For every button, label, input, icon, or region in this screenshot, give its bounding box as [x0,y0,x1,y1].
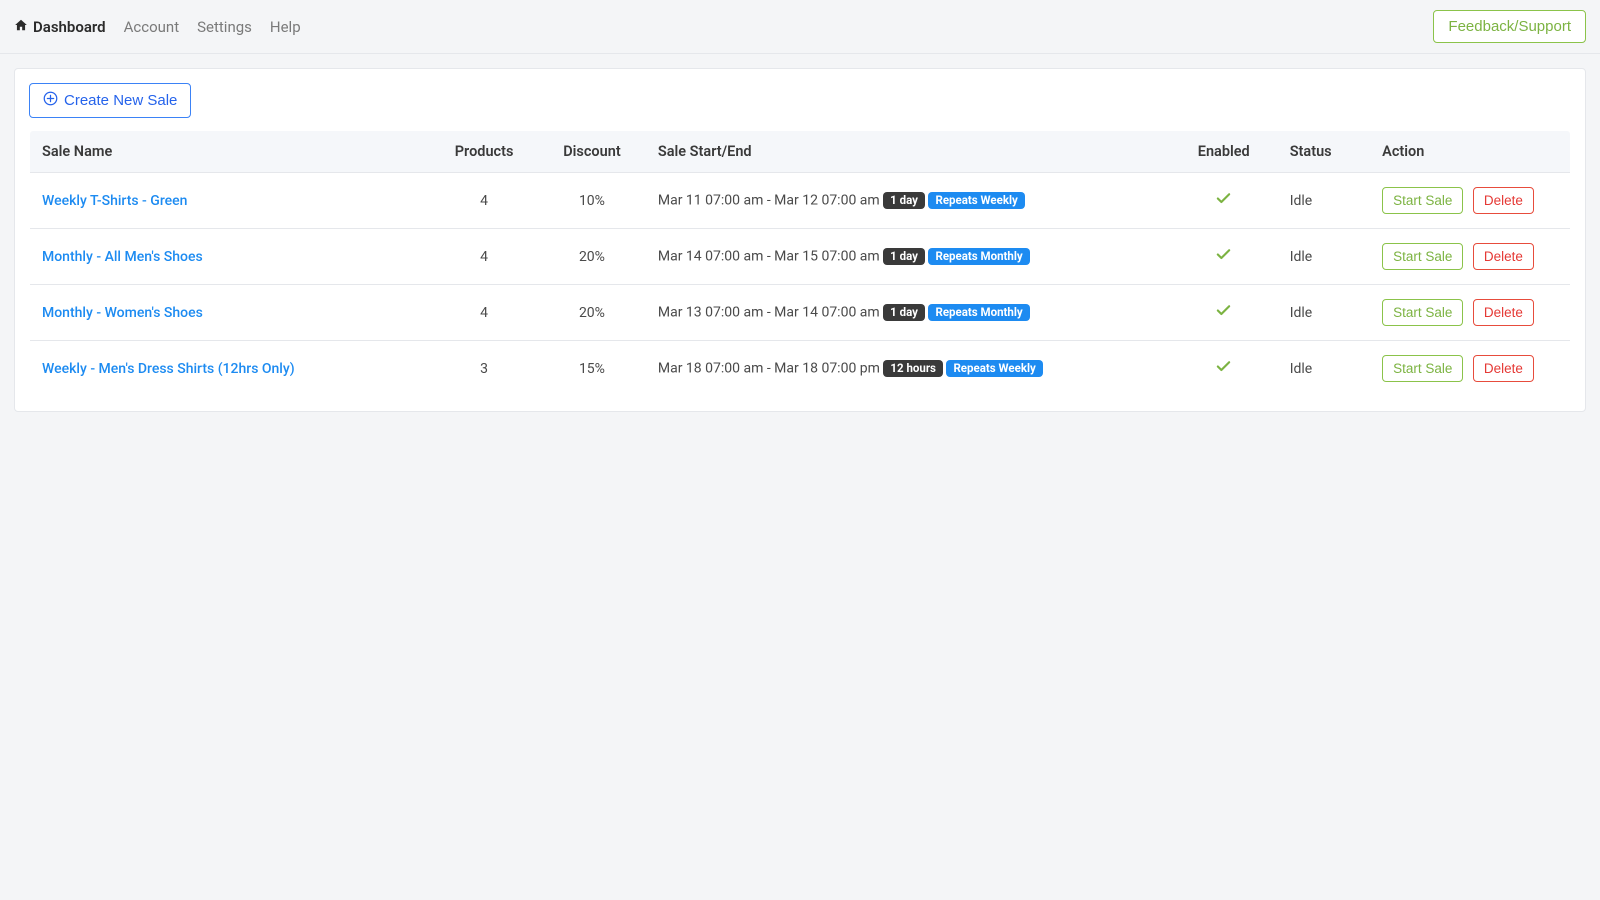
sales-table: Sale Name Products Discount Sale Start/E… [29,130,1571,397]
nav-dashboard[interactable]: Dashboard [14,18,106,36]
delete-button[interactable]: Delete [1473,355,1534,382]
products-cell: 4 [430,173,538,229]
delete-button[interactable]: Delete [1473,187,1534,214]
start-sale-button[interactable]: Start Sale [1382,355,1463,382]
col-startend-header: Sale Start/End [646,131,1170,173]
start-sale-button[interactable]: Start Sale [1382,299,1463,326]
repeat-badge: Repeats Weekly [946,360,1042,378]
enabled-cell [1170,285,1278,341]
col-discount-header: Discount [538,131,646,173]
startend-cell: Mar 13 07:00 am - Mar 14 07:00 am 1 day … [646,285,1170,341]
start-sale-button[interactable]: Start Sale [1382,187,1463,214]
nav-help[interactable]: Help [270,18,301,36]
date-range: Mar 11 07:00 am - Mar 12 07:00 am [658,192,880,208]
date-range: Mar 14 07:00 am - Mar 15 07:00 am [658,248,880,264]
main-nav: Dashboard Account Settings Help [14,18,301,36]
table-row: Monthly - Women's Shoes 4 20% Mar 13 07:… [30,285,1571,341]
col-name-header: Sale Name [30,131,431,173]
duration-badge: 1 day [883,192,925,210]
sales-card: Create New Sale Sale Name Products Disco… [14,68,1586,412]
col-status-header: Status [1278,131,1370,173]
date-range: Mar 18 07:00 am - Mar 18 07:00 pm [658,360,880,376]
table-row: Weekly T-Shirts - Green 4 10% Mar 11 07:… [30,173,1571,229]
repeat-badge: Repeats Monthly [928,248,1029,266]
nav-account[interactable]: Account [124,18,180,36]
table-row: Weekly - Men's Dress Shirts (12hrs Only)… [30,341,1571,397]
create-new-sale-button[interactable]: Create New Sale [29,83,191,118]
action-cell: Start Sale Delete [1370,229,1570,285]
action-cell: Start Sale Delete [1370,173,1570,229]
startend-cell: Mar 11 07:00 am - Mar 12 07:00 am 1 day … [646,173,1170,229]
duration-badge: 1 day [883,304,925,322]
check-icon [1215,195,1232,211]
discount-cell: 20% [538,229,646,285]
nav-settings[interactable]: Settings [197,18,252,36]
col-enabled-header: Enabled [1170,131,1278,173]
topbar: Dashboard Account Settings Help Feedback… [0,0,1600,54]
sale-name-link[interactable]: Weekly - Men's Dress Shirts (12hrs Only) [42,361,295,377]
products-cell: 3 [430,341,538,397]
feedback-button[interactable]: Feedback/Support [1433,10,1586,43]
repeat-badge: Repeats Monthly [928,304,1029,322]
enabled-cell [1170,229,1278,285]
table-header-row: Sale Name Products Discount Sale Start/E… [30,131,1571,173]
action-cell: Start Sale Delete [1370,341,1570,397]
check-icon [1215,363,1232,379]
status-cell: Idle [1278,173,1370,229]
home-icon [14,18,28,36]
sale-name-link[interactable]: Monthly - Women's Shoes [42,305,203,321]
discount-cell: 10% [538,173,646,229]
startend-cell: Mar 18 07:00 am - Mar 18 07:00 pm 12 hou… [646,341,1170,397]
col-products-header: Products [430,131,538,173]
sale-name-link[interactable]: Monthly - All Men's Shoes [42,249,203,265]
date-range: Mar 13 07:00 am - Mar 14 07:00 am [658,304,880,320]
plus-circle-icon [43,91,58,110]
start-sale-button[interactable]: Start Sale [1382,243,1463,270]
col-action-header: Action [1370,131,1570,173]
nav-dashboard-label: Dashboard [33,18,106,36]
status-cell: Idle [1278,341,1370,397]
enabled-cell [1170,173,1278,229]
sale-name-link[interactable]: Weekly T-Shirts - Green [42,193,187,209]
delete-button[interactable]: Delete [1473,299,1534,326]
action-cell: Start Sale Delete [1370,285,1570,341]
duration-badge: 12 hours [883,360,943,378]
duration-badge: 1 day [883,248,925,266]
delete-button[interactable]: Delete [1473,243,1534,270]
table-row: Monthly - All Men's Shoes 4 20% Mar 14 0… [30,229,1571,285]
check-icon [1215,251,1232,267]
create-new-sale-label: Create New Sale [64,92,177,109]
discount-cell: 15% [538,341,646,397]
enabled-cell [1170,341,1278,397]
discount-cell: 20% [538,285,646,341]
check-icon [1215,307,1232,323]
products-cell: 4 [430,285,538,341]
status-cell: Idle [1278,229,1370,285]
startend-cell: Mar 14 07:00 am - Mar 15 07:00 am 1 day … [646,229,1170,285]
repeat-badge: Repeats Weekly [928,192,1024,210]
status-cell: Idle [1278,285,1370,341]
products-cell: 4 [430,229,538,285]
